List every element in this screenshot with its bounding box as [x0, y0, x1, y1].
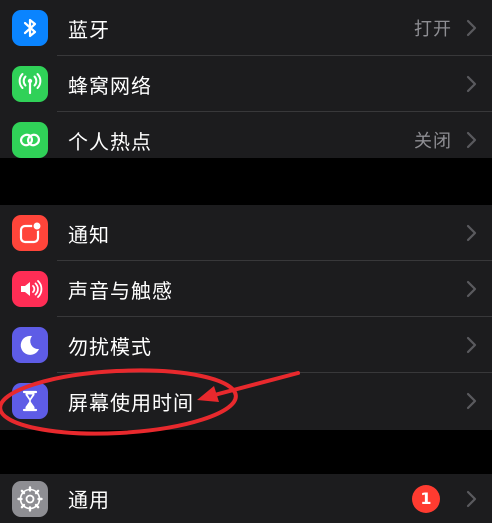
- chevron-right-icon: [466, 280, 478, 298]
- hourglass-icon: [12, 383, 48, 419]
- chevron-right-icon: [466, 490, 478, 508]
- chevron-right-icon: [466, 336, 478, 354]
- chevron-right-icon: [466, 392, 478, 410]
- notifications-icon: [12, 215, 48, 251]
- chevron-right-icon: [466, 75, 478, 93]
- connectivity-group: 蓝牙 打开 蜂窝网络 个人热点 关闭: [0, 0, 492, 158]
- settings-screen: 蓝牙 打开 蜂窝网络 个人热点 关闭 通知 声音与触感 勿扰模式 屏幕使用时间 …: [0, 0, 492, 523]
- hotspot-label: 个人热点: [68, 129, 152, 154]
- cellular-antenna-icon: [12, 66, 48, 102]
- bluetooth-label: 蓝牙: [68, 17, 110, 42]
- personal-hotspot-icon: [12, 122, 48, 158]
- dnd-label: 勿扰模式: [68, 334, 152, 359]
- chevron-right-icon: [466, 224, 478, 242]
- row-hotspot[interactable]: 个人热点 关闭: [0, 112, 492, 168]
- bluetooth-value: 打开: [414, 19, 452, 40]
- alerts-group: 通知 声音与触感 勿扰模式 屏幕使用时间: [0, 205, 492, 430]
- speaker-icon: [12, 271, 48, 307]
- row-dnd[interactable]: 勿扰模式: [0, 317, 492, 373]
- row-bluetooth[interactable]: 蓝牙 打开: [0, 0, 492, 56]
- row-sounds[interactable]: 声音与触感: [0, 261, 492, 317]
- general-group: 通用 1: [0, 474, 492, 523]
- moon-icon: [12, 327, 48, 363]
- sounds-label: 声音与触感: [68, 278, 173, 303]
- gear-icon: [12, 480, 48, 517]
- row-screen-time[interactable]: 屏幕使用时间: [0, 373, 492, 429]
- chevron-right-icon: [466, 19, 478, 37]
- bluetooth-icon: [12, 10, 48, 46]
- general-label: 通用: [68, 488, 110, 512]
- screen-time-label: 屏幕使用时间: [68, 390, 194, 415]
- chevron-right-icon: [466, 131, 478, 149]
- notification-badge: 1: [412, 484, 440, 513]
- hotspot-value: 关闭: [414, 131, 452, 152]
- row-general[interactable]: 通用 1: [0, 474, 492, 523]
- cellular-label: 蜂窝网络: [68, 73, 152, 98]
- row-notifications[interactable]: 通知: [0, 205, 492, 261]
- notifications-label: 通知: [68, 222, 110, 247]
- row-cellular[interactable]: 蜂窝网络: [0, 56, 492, 112]
